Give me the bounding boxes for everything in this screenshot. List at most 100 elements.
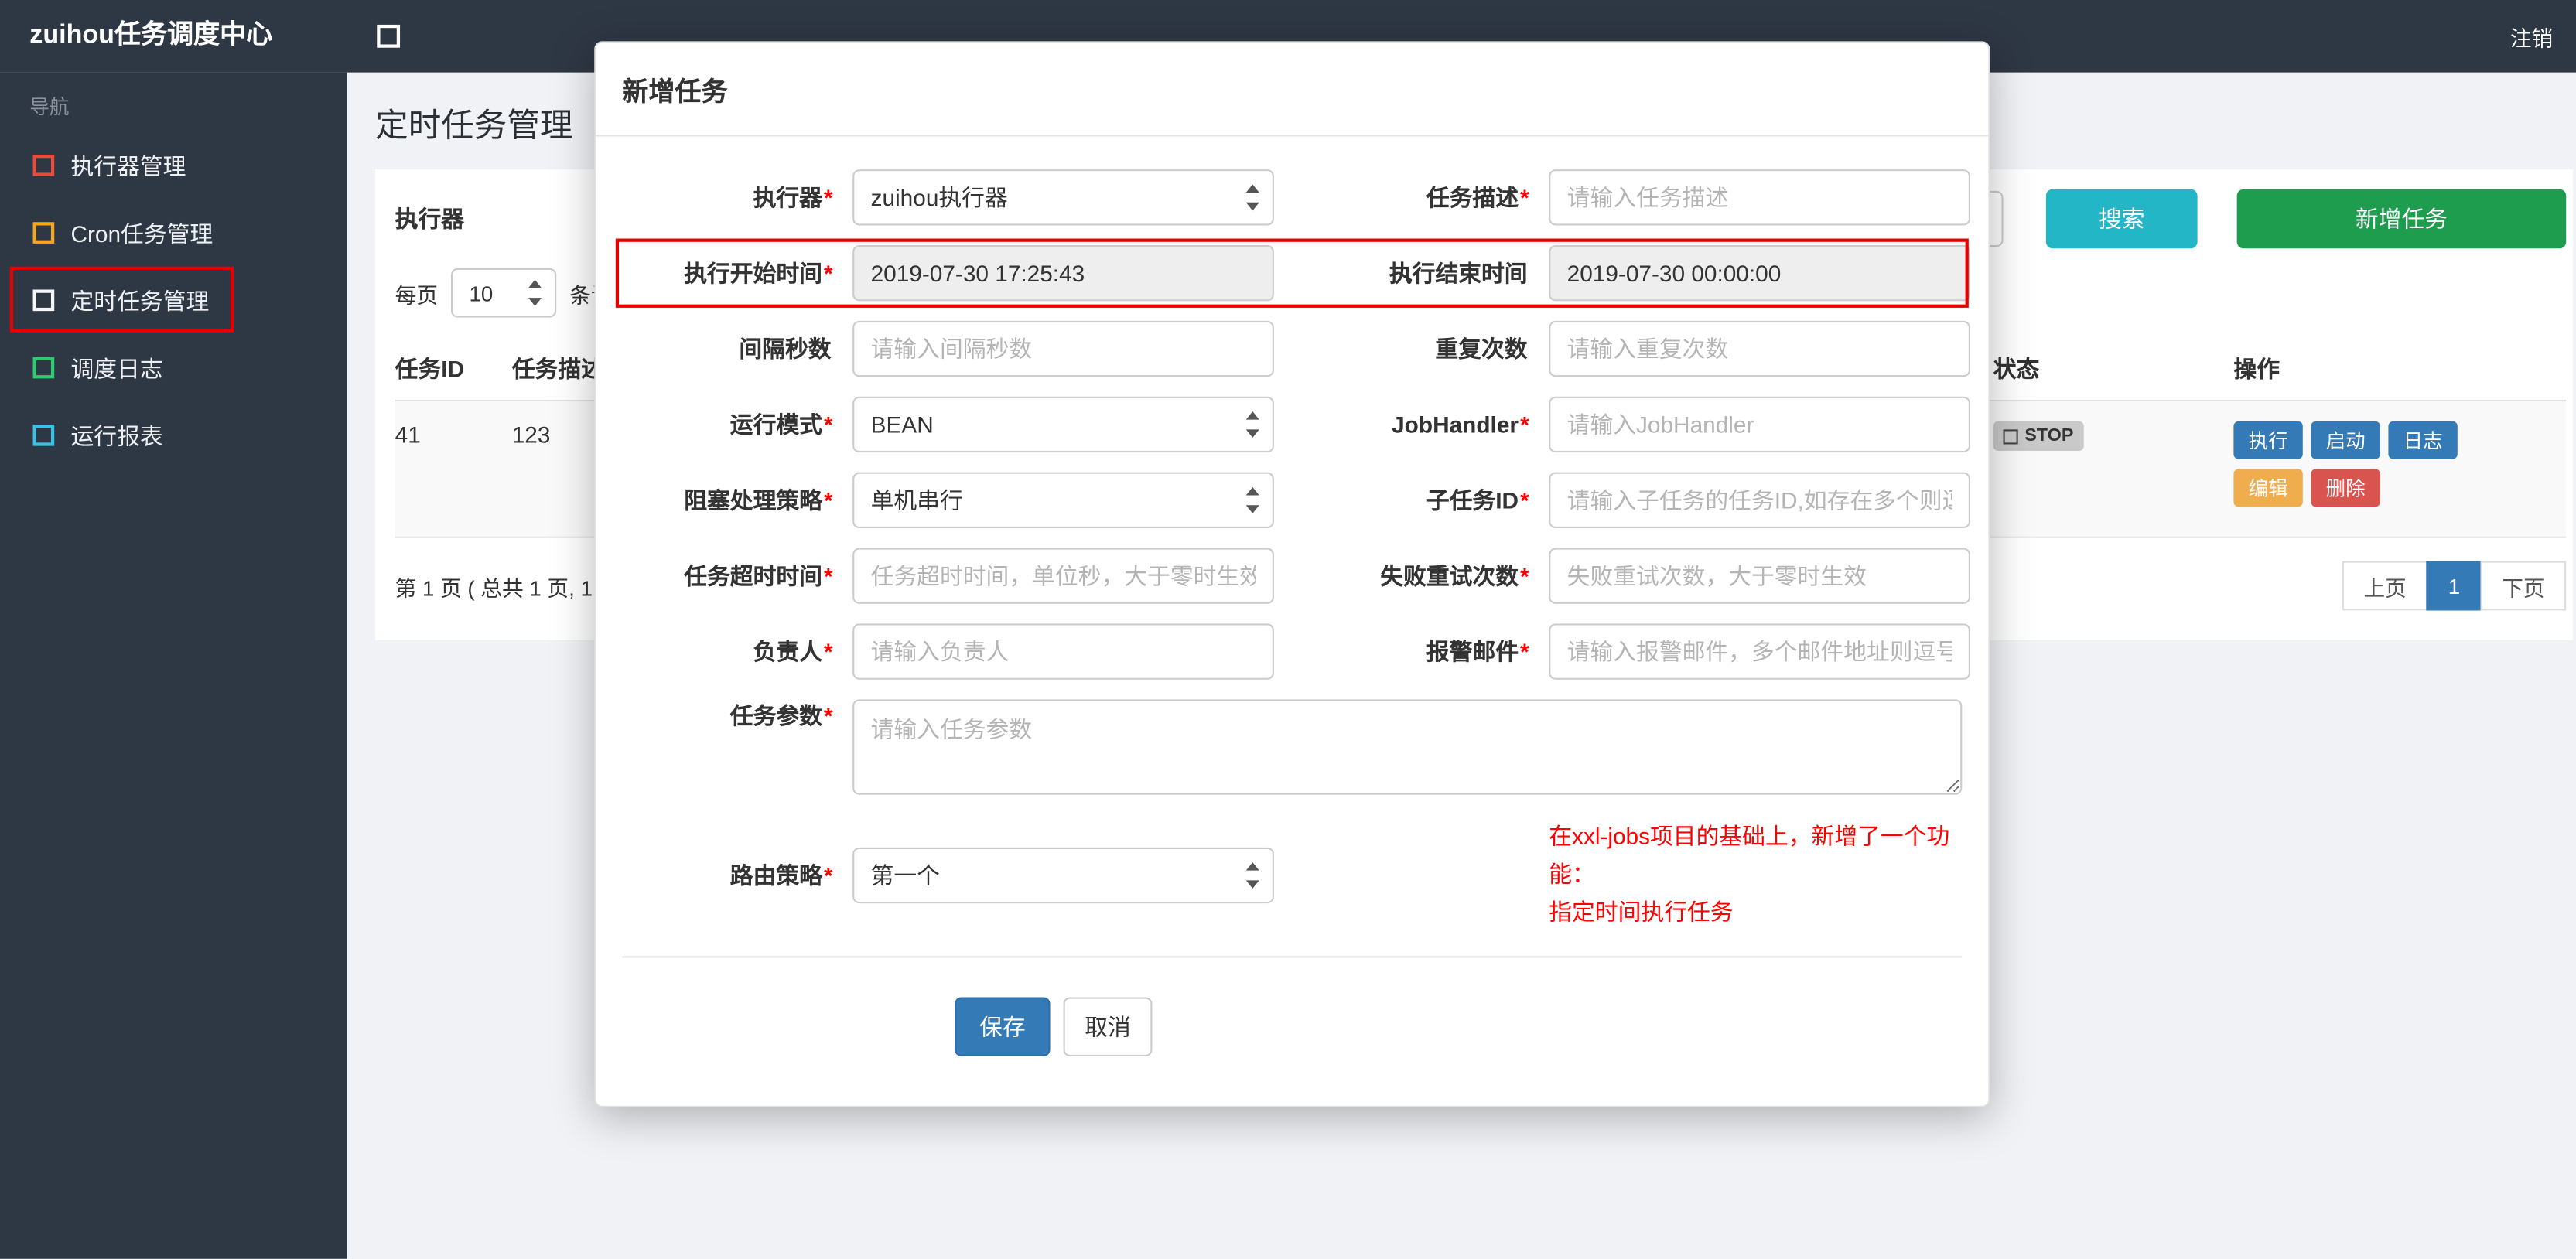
status-badge-label: STOP (2024, 426, 2074, 446)
square-icon (32, 289, 55, 312)
field-alarm-email: 报警邮件 * (1292, 623, 1970, 680)
save-button[interactable]: 保存 (955, 998, 1051, 1057)
feature-note-line1: 在xxl-jobs项目的基础上，新增了一个功能： (1549, 822, 1950, 888)
field-fail-retry-count: 失败重试次数 * (1292, 548, 1970, 604)
run-mode-select[interactable]: BEAN (852, 396, 1274, 453)
action-line-2: 编辑 删除 (2233, 469, 2556, 507)
executor-label: 执行器 * (753, 184, 833, 211)
owner-label: 负责人 * (753, 638, 833, 665)
add-task-modal: 新增任务 执行器 * zuihou执行器 任务描述 * 请输入任务描述 执行开始… (594, 41, 1990, 1108)
field-owner: 负责人 * (622, 623, 1292, 680)
sidebar-item-executor-management[interactable]: 执行器管理 (0, 131, 347, 199)
executor-select[interactable]: zuihou执行器 (852, 169, 1274, 226)
run-mode-select-value: BEAN (870, 411, 934, 438)
modal-title: 新增任务 (622, 79, 728, 107)
fail-retry-count-label: 失败重试次数 * (1380, 562, 1529, 589)
field-run-mode: 运行模式 * BEAN (622, 396, 1292, 453)
square-icon (32, 222, 55, 244)
task-desc-label: 任务描述 * (1426, 184, 1529, 211)
field-start-time: 执行开始时间 * (622, 245, 1292, 302)
sidebar-item-run-report[interactable]: 运行报表 (0, 401, 347, 469)
cancel-button[interactable]: 取消 (1063, 998, 1153, 1057)
sidebar-item-scheduled-task-management[interactable]: 定时任务管理 (0, 267, 347, 334)
add-task-button[interactable]: 新增任务 (2236, 189, 2567, 249)
owner-input[interactable] (852, 623, 1274, 680)
log-button[interactable]: 日志 (2388, 421, 2458, 459)
form-row-timeout: 任务超时时间* 失败重试次数* (622, 548, 1970, 604)
per-page-select[interactable]: 10 (451, 268, 557, 318)
block-strategy-select-value: 单机串行 (870, 486, 963, 513)
jobhandler-input[interactable] (1549, 396, 1970, 453)
form-row-owner: 负责人* 报警邮件* (622, 623, 1970, 680)
child-task-id-input[interactable] (1549, 472, 1970, 529)
task-params-textarea[interactable] (852, 699, 1963, 795)
filter-executor-label: 执行器 (395, 205, 465, 233)
prev-page-button[interactable]: 上页 (2342, 561, 2428, 611)
select-arrows-icon (525, 278, 545, 308)
executor-select-value: zuihou执行器 (870, 184, 1008, 211)
modal-header: 新增任务 (596, 43, 1989, 137)
field-note: 在xxl-jobs项目的基础上，新增了一个功能： 指定时间执行任务 (1292, 818, 1962, 932)
jobhandler-label: JobHandler * (1392, 411, 1529, 438)
sidebar-item-label: 执行器管理 (70, 152, 186, 179)
form-row-interval: 间隔秒数 重复次数 (622, 320, 1970, 377)
end-time-input[interactable] (1549, 245, 1970, 302)
form-row-exec-time: 执行开始时间* 执行结束时间 (615, 238, 1970, 308)
start-time-label: 执行开始时间 * (684, 260, 833, 287)
header-task-id: 任务ID (395, 355, 465, 382)
form-row-block-strategy: 阻塞处理策略 * 单机串行 子任务ID * (622, 472, 1970, 529)
form-row-run-mode: 运行模式 * BEAN JobHandler * (622, 396, 1970, 453)
search-button[interactable]: 搜索 (2045, 189, 2198, 249)
square-icon (32, 357, 55, 379)
delete-button[interactable]: 删除 (2311, 469, 2380, 507)
route-strategy-select-value: 第一个 (870, 862, 940, 889)
sidebar-item-dispatch-log[interactable]: 调度日志 (0, 334, 347, 401)
route-strategy-select[interactable]: 第一个 (852, 847, 1274, 903)
start-button[interactable]: 启动 (2311, 421, 2380, 459)
action-line-1: 执行 启动 日志 (2233, 421, 2556, 459)
task-timeout-input[interactable] (852, 548, 1274, 604)
sidebar-item-cron-task-management[interactable]: Cron任务管理 (0, 199, 347, 266)
block-strategy-label: 阻塞处理策略 * (684, 486, 833, 513)
form-row-route-strategy: 路由策略 * 第一个 在xxl-jobs项目的基础上，新增了一个功能： 指定时间执… (622, 818, 1962, 932)
repeat-count-input[interactable] (1549, 320, 1970, 377)
interval-seconds-label: 间隔秒数 (739, 336, 832, 363)
block-strategy-select[interactable]: 单机串行 (852, 472, 1274, 529)
select-arrows-icon (1242, 486, 1262, 515)
fail-retry-count-input[interactable] (1549, 548, 1970, 604)
alarm-email-input[interactable] (1549, 623, 1970, 680)
repeat-count-label: 重复次数 (1435, 336, 1528, 363)
modal-footer: 保存 取消 (596, 964, 1988, 1106)
feature-note: 在xxl-jobs项目的基础上，新增了一个功能： 指定时间执行任务 (1549, 818, 1976, 932)
header-actions: 操作 (2233, 355, 2280, 382)
sidebar-item-label: 运行报表 (70, 421, 163, 449)
field-child-task-id: 子任务ID * (1292, 472, 1970, 529)
field-interval-seconds: 间隔秒数 (622, 320, 1292, 377)
next-page-button[interactable]: 下页 (2480, 561, 2567, 611)
sidebar-item-label: Cron任务管理 (70, 220, 214, 247)
pagination-info: 第 1 页 ( 总共 1 页, 1 (395, 575, 593, 600)
task-timeout-label: 任务超时时间 * (684, 562, 833, 589)
header-status: 状态 (1993, 355, 2040, 382)
run-button[interactable]: 执行 (2233, 421, 2303, 459)
sidebar-collapse-icon[interactable] (377, 24, 401, 48)
field-jobhandler: JobHandler * (1292, 396, 1970, 453)
nav-section-label: 导航 (29, 95, 70, 119)
status-badge: STOP (1993, 421, 2084, 452)
cell-task-id: 41 (395, 421, 421, 448)
edit-button[interactable]: 编辑 (2233, 469, 2303, 507)
field-executor: 执行器 * zuihou执行器 (622, 169, 1292, 226)
field-block-strategy: 阻塞处理策略 * 单机串行 (622, 472, 1292, 529)
stop-square-icon (2003, 428, 2018, 444)
sidebar-item-label: 调度日志 (70, 354, 163, 381)
interval-seconds-input[interactable] (852, 320, 1274, 377)
child-task-id-label: 子任务ID * (1426, 486, 1529, 513)
per-page-prefix-label: 每页 (395, 281, 439, 307)
field-end-time: 执行结束时间 (1292, 245, 1970, 302)
select-arrows-icon (1242, 410, 1262, 439)
start-time-input[interactable] (852, 245, 1274, 302)
end-time-label: 执行结束时间 (1389, 260, 1528, 287)
page-1-button[interactable]: 1 (2426, 561, 2482, 611)
logout-link[interactable]: 注销 (2510, 21, 2576, 52)
task-desc-input[interactable] (1549, 169, 1970, 226)
